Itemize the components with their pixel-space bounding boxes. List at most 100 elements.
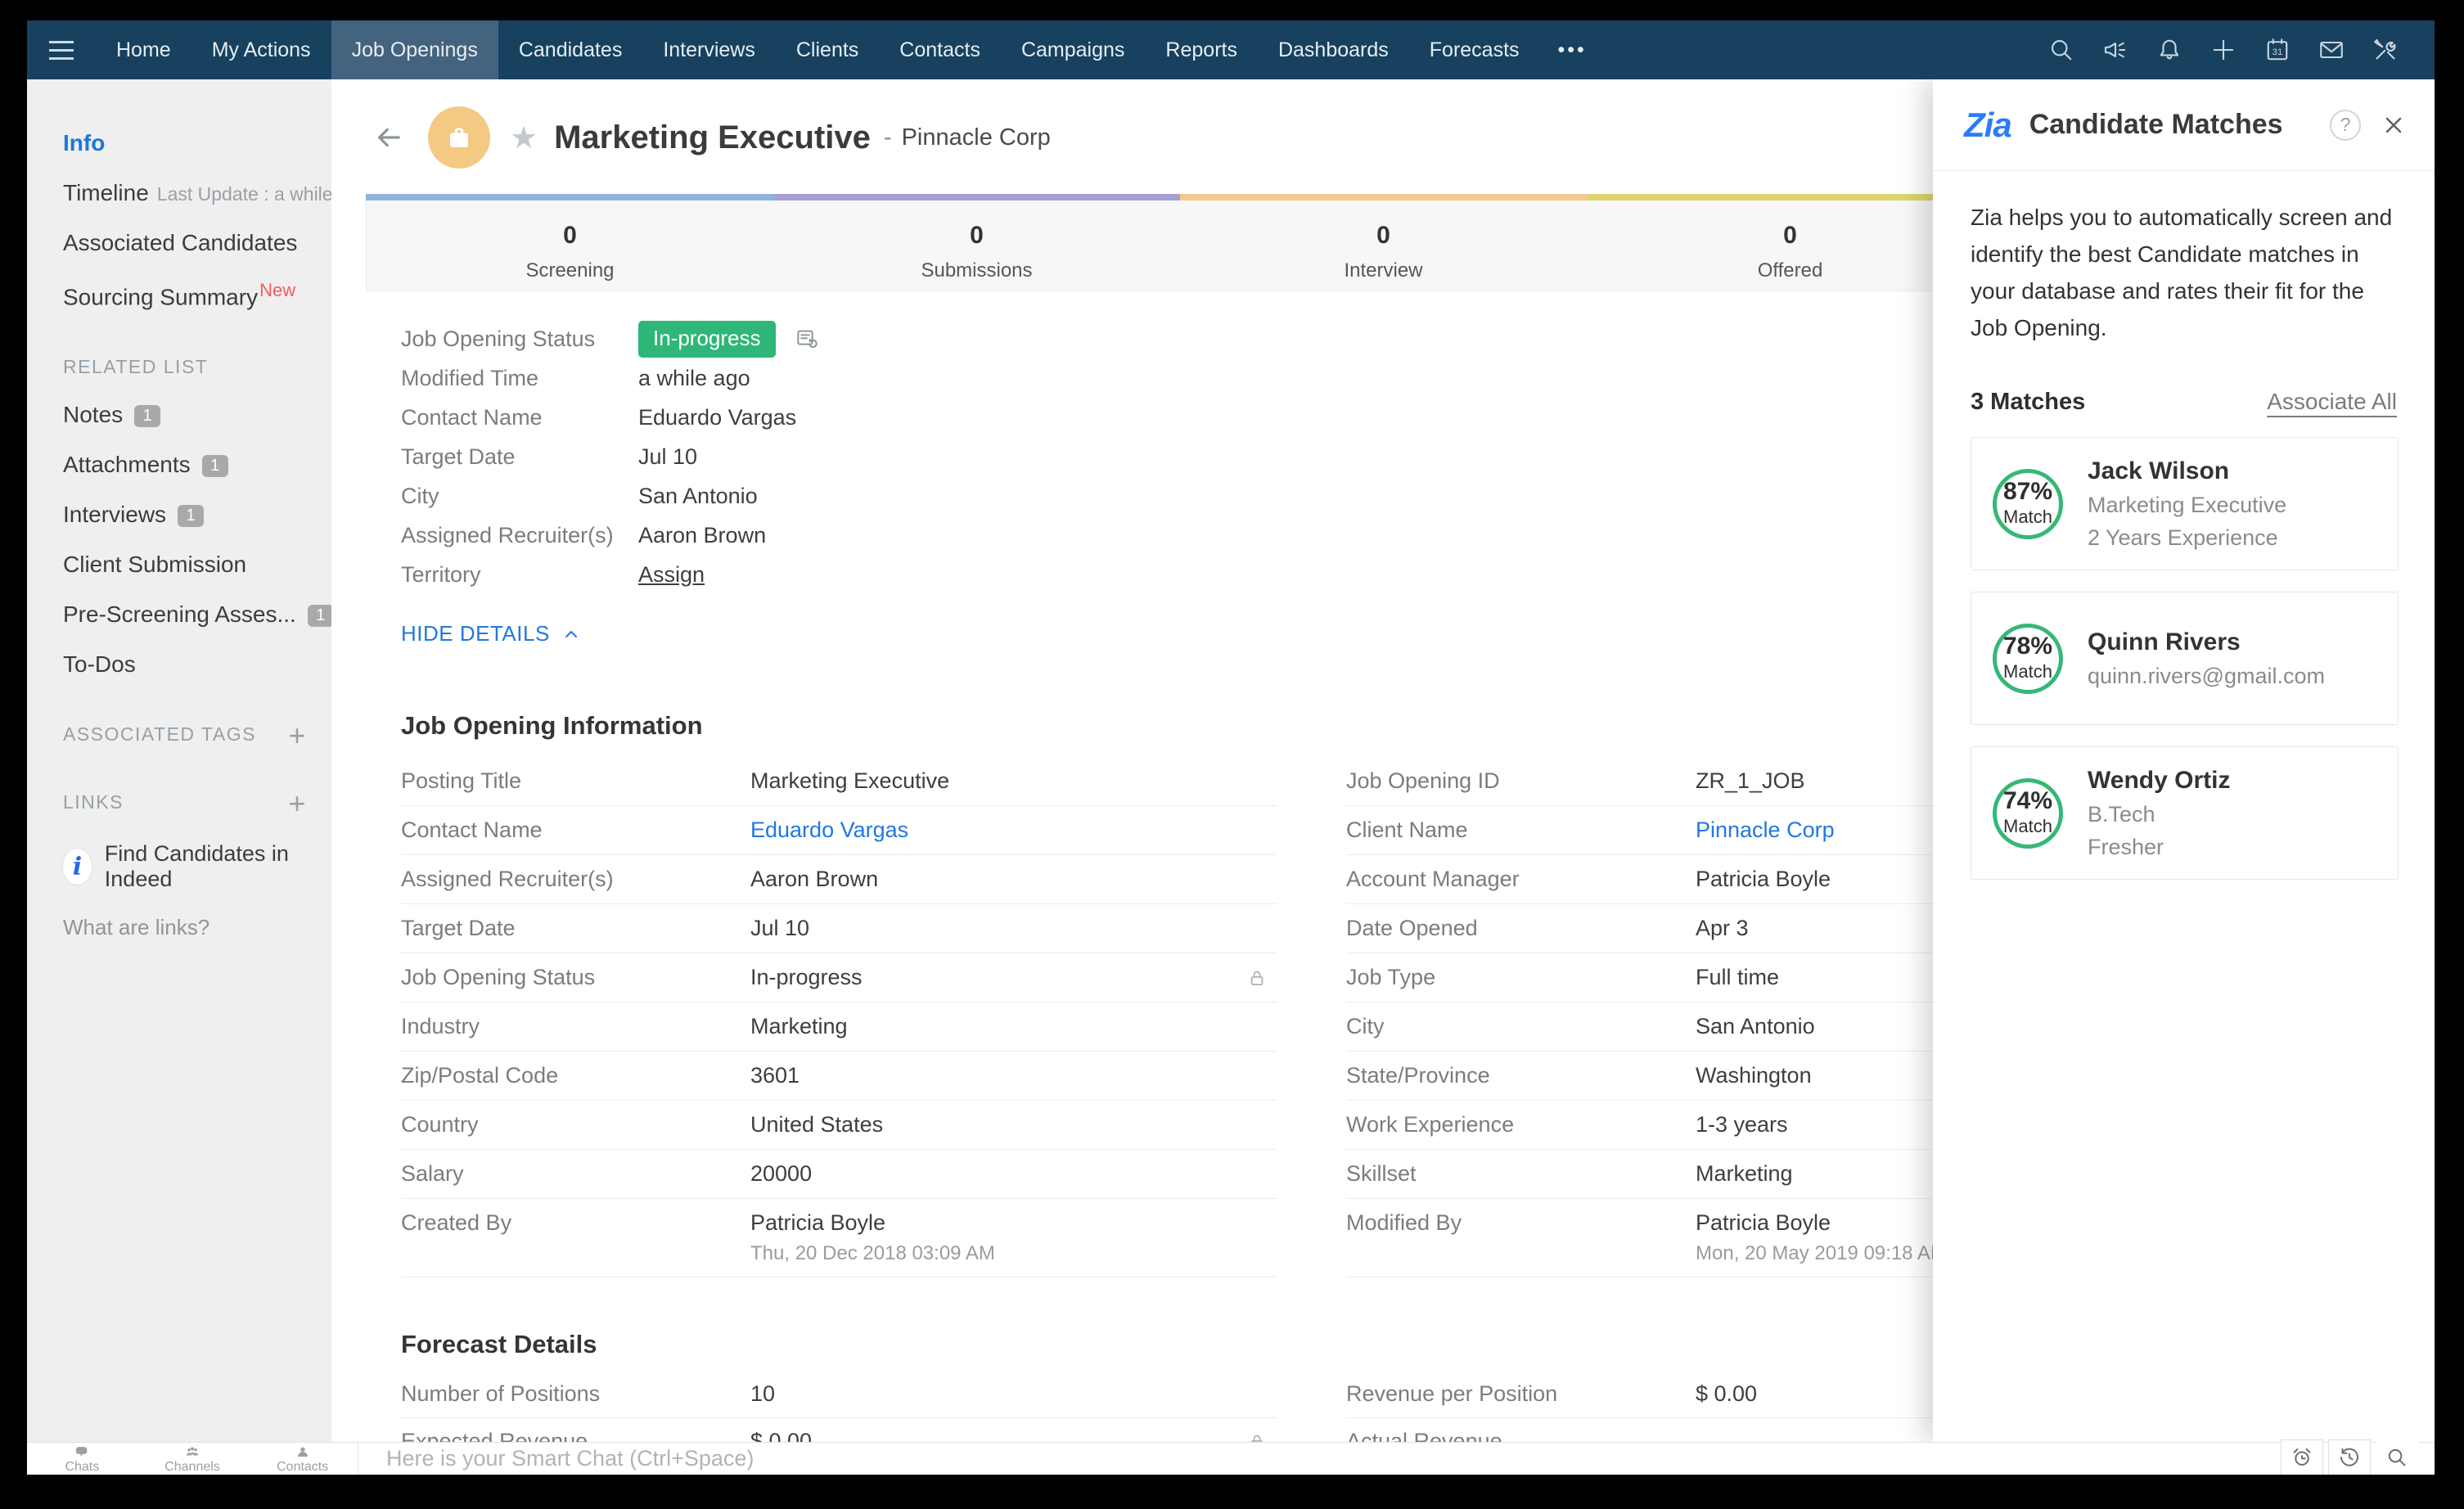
field-value: Patricia Boyle Thu, 20 Dec 2018 03:09 AM <box>750 1210 995 1265</box>
smart-chat-input[interactable] <box>358 1443 2281 1475</box>
notes-count-badge: 1 <box>134 405 161 428</box>
chat-search-button[interactable] <box>2376 1439 2418 1475</box>
add-icon[interactable] <box>2205 32 2241 68</box>
channels-dock[interactable]: Channels <box>137 1443 248 1475</box>
timeline-meta: Last Update : a while ago <box>156 183 331 205</box>
history-button[interactable] <box>2328 1439 2371 1475</box>
contact-name-link[interactable]: Eduardo Vargas <box>750 818 908 843</box>
notifications-bell-icon[interactable] <box>2151 32 2187 68</box>
associate-all-link[interactable]: Associate All <box>2267 389 2397 415</box>
field-label: Country <box>401 1112 479 1137</box>
field-label: Job Type <box>1346 965 1436 989</box>
screen: Home My Actions Job Openings Candidates … <box>27 20 2435 1475</box>
nav-item-job-openings[interactable]: Job Openings <box>331 20 498 79</box>
contacts-dock[interactable]: Contacts <box>247 1443 358 1475</box>
sidebar-item-pre-screening[interactable]: Pre-Screening Asses... 1 <box>63 601 331 628</box>
sidebar-item-client-submission[interactable]: Client Submission <box>63 552 309 578</box>
stage-screening[interactable]: 0 Screening <box>367 200 773 282</box>
field-label: Industry <box>401 1014 480 1038</box>
candidate-card[interactable]: 78% Match Quinn Rivers quinn.rivers@gmai… <box>1971 592 2399 725</box>
candidate-detail: 2 Years Experience <box>2088 525 2278 550</box>
job-info-right-column: Job Opening ID ZR_1_JOB Client Name Pinn… <box>1346 757 1994 1277</box>
candidate-name: Wendy Ortiz <box>2088 766 2231 794</box>
match-percent-ring: 87% Match <box>1993 468 2063 539</box>
reminders-button[interactable] <box>2281 1439 2323 1475</box>
sidebar-item-interviews[interactable]: Interviews 1 <box>63 502 309 528</box>
nav-item-interviews[interactable]: Interviews <box>642 20 776 79</box>
nav-item-reports[interactable]: Reports <box>1145 20 1258 79</box>
nav-item-forecasts[interactable]: Forecasts <box>1409 20 1540 79</box>
nav-item-home[interactable]: Home <box>96 20 191 79</box>
candidate-card[interactable]: 87% Match Jack Wilson Marketing Executiv… <box>1971 437 2399 570</box>
chats-dock[interactable]: Chats <box>27 1443 137 1475</box>
field-value: United States <box>750 1112 884 1137</box>
add-link-icon[interactable]: + <box>288 786 307 821</box>
hamburger-menu-icon[interactable] <box>27 20 96 79</box>
search-icon[interactable] <box>2043 32 2079 68</box>
stage-submissions[interactable]: 0 Submissions <box>773 200 1180 282</box>
stage-interview[interactable]: 0 Interview <box>1180 200 1587 282</box>
nav-item-candidates[interactable]: Candidates <box>498 20 642 79</box>
nav-item-clients[interactable]: Clients <box>776 20 879 79</box>
field-label: Client Name <box>1346 818 1468 842</box>
field-label: Target Date <box>401 916 516 940</box>
pre-screening-label: Pre-Screening Asses... <box>63 601 296 628</box>
indeed-icon: i <box>63 849 92 885</box>
hide-details-button[interactable]: HIDE DETAILS <box>401 621 581 646</box>
sidebar-item-timeline[interactable]: Timeline Last Update : a while ago <box>63 180 331 206</box>
sidebar-item-attachments[interactable]: Attachments 1 <box>63 452 309 478</box>
indeed-link-label: Find Candidates in Indeed <box>104 841 289 892</box>
candidate-detail: Marketing Executive <box>2088 492 2287 517</box>
page-title: Marketing Executive <box>554 119 871 155</box>
assign-territory-link[interactable]: Assign <box>638 562 705 588</box>
mail-icon[interactable] <box>2313 32 2349 68</box>
panel-header: Zia Candidate Matches ? <box>1933 79 2435 171</box>
match-percent-ring: 78% Match <box>1993 623 2063 694</box>
field-value: Jul 10 <box>750 916 810 940</box>
notes-label: Notes <box>63 402 124 428</box>
calendar-icon[interactable]: 31 <box>2259 32 2295 68</box>
tools-icon[interactable] <box>2367 32 2403 68</box>
nav-item-contacts[interactable]: Contacts <box>879 20 1001 79</box>
sidebar-item-indeed-link[interactable]: i Find Candidates in Indeed <box>63 841 309 892</box>
back-arrow-icon[interactable] <box>364 113 413 162</box>
nav-item-dashboards[interactable]: Dashboards <box>1258 20 1409 79</box>
title-separator: - <box>883 124 892 151</box>
pre-screening-count-badge: 1 <box>307 605 331 628</box>
candidate-name: Jack Wilson <box>2088 457 2230 484</box>
star-favorite-icon[interactable]: ★ <box>510 119 538 156</box>
sidebar-item-notes[interactable]: Notes 1 <box>63 402 309 428</box>
forecast-row-revenue-per-position: Revenue per Position $ 0.00 <box>1346 1371 1994 1418</box>
field-value: Washington <box>1696 1063 1812 1088</box>
help-icon[interactable]: ? <box>2330 109 2361 141</box>
announcement-icon[interactable] <box>2097 32 2133 68</box>
nav-more-icon[interactable]: ••• <box>1540 20 1605 79</box>
what-are-links[interactable]: What are links? <box>63 915 309 940</box>
sidebar-item-associated-candidates[interactable]: Associated Candidates <box>63 230 309 256</box>
sidebar-item-to-dos[interactable]: To-Dos <box>63 651 309 678</box>
field-label: Territory <box>401 561 481 587</box>
quick-row-assigned-recruiters: Assigned Recruiter(s) Aaron Brown <box>401 516 820 555</box>
info-row-zip: Zip/Postal Code 3601 <box>401 1052 1277 1101</box>
field-label: City <box>401 483 439 508</box>
sidebar-item-info[interactable]: Info <box>63 130 309 156</box>
field-label: Assigned Recruiter(s) <box>401 522 614 547</box>
modified-by-name: Patricia Boyle <box>1696 1210 1831 1235</box>
nav-item-campaigns[interactable]: Campaigns <box>1001 20 1145 79</box>
nav-item-my-actions[interactable]: My Actions <box>191 20 331 79</box>
client-name-link[interactable]: Pinnacle Corp <box>1696 818 1835 843</box>
field-label: Target Date <box>401 444 516 469</box>
new-badge: New <box>259 280 296 300</box>
quick-row-territory: Territory Assign <box>401 555 820 594</box>
job-opening-avatar <box>428 106 490 169</box>
add-tag-icon[interactable]: + <box>288 718 307 753</box>
field-value: ZR_1_JOB <box>1696 768 1805 793</box>
close-icon[interactable] <box>2381 112 2407 138</box>
match-label: Match <box>2003 507 2052 527</box>
status-history-icon[interactable] <box>794 326 820 352</box>
sidebar-item-sourcing-summary[interactable]: Sourcing SummaryNew <box>63 280 309 310</box>
candidate-card[interactable]: 74% Match Wendy Ortiz B.Tech Fresher <box>1971 746 2399 880</box>
modified-by-date: Mon, 20 May 2019 09:18 AM <box>1696 1242 1947 1264</box>
client-name-subtitle: Pinnacle Corp <box>901 124 1051 151</box>
record-header: ★ Marketing Executive - Pinnacle Corp <box>364 102 1051 173</box>
